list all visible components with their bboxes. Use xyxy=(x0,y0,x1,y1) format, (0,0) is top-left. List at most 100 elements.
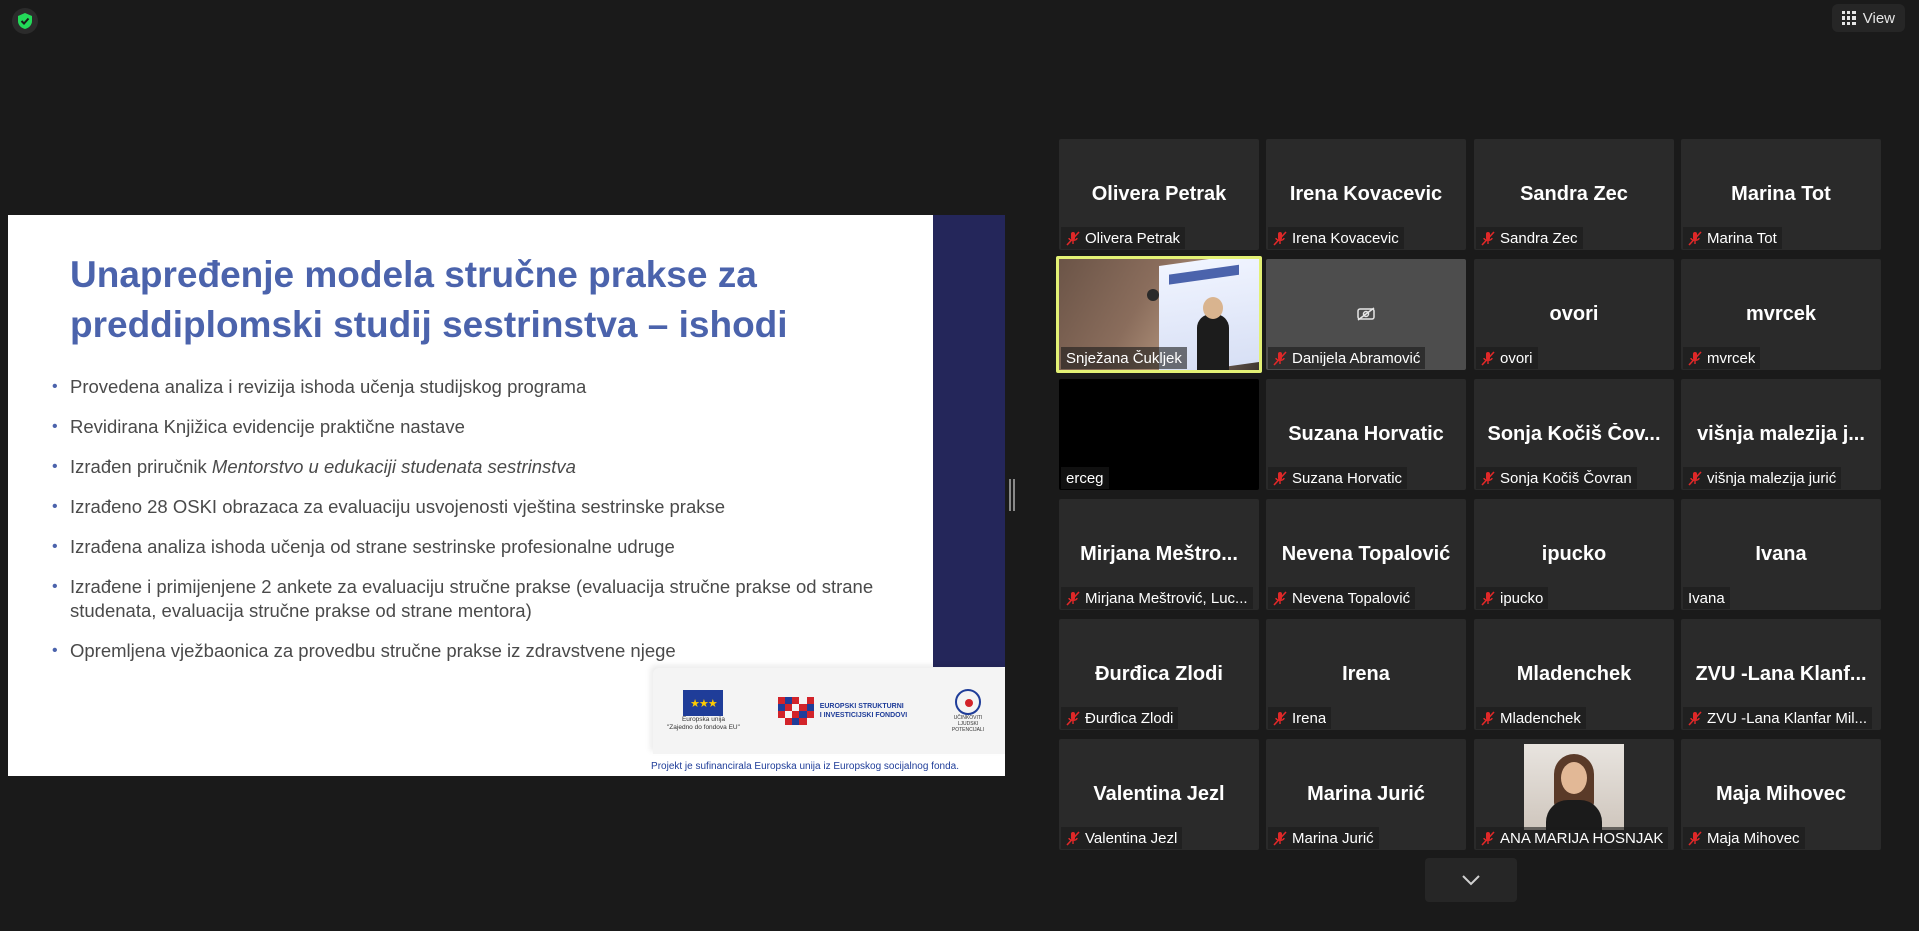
participant-tile[interactable]: Marina Jurić Marina Jurić xyxy=(1266,739,1466,850)
croatian-checker-icon xyxy=(777,697,814,725)
muted-mic-icon xyxy=(1273,350,1287,366)
view-button-label: View xyxy=(1862,9,1895,27)
participant-name-text: Ivana xyxy=(1688,589,1725,607)
muted-mic-icon xyxy=(1688,830,1702,846)
slide-footer-note: Projekt je sufinancirala Europska unija … xyxy=(651,761,959,772)
participant-name-label: Marina Tot xyxy=(1683,227,1782,249)
participant-name-text: ovori xyxy=(1500,349,1533,367)
muted-mic-icon xyxy=(1066,590,1080,606)
muted-mic-icon xyxy=(1481,230,1495,246)
slide-bullet: Revidirana Knjižica evidencije praktične… xyxy=(52,415,902,439)
participant-display-name: Suzana Horvatic xyxy=(1288,423,1444,445)
participant-name-text: Suzana Horvatic xyxy=(1292,469,1403,487)
participant-name-label: Valentina Jezl xyxy=(1061,827,1183,849)
participant-name-text: Maja Mihovec xyxy=(1707,829,1800,847)
participant-name-label: Marina Jurić xyxy=(1268,827,1379,849)
muted-mic-icon xyxy=(1273,230,1287,246)
participant-name-label: Mladenchek xyxy=(1476,707,1586,729)
participant-tile[interactable]: Irena Kovacevic Irena Kovacevic xyxy=(1266,139,1466,250)
participant-display-name: Ivana xyxy=(1755,543,1807,565)
participant-display-name: Valentina Jezl xyxy=(1093,783,1225,805)
participant-tile[interactable]: Mladenchek Mladenchek xyxy=(1474,619,1674,730)
muted-mic-icon xyxy=(1688,470,1702,486)
participant-tile[interactable]: Valentina Jezl Valentina Jezl xyxy=(1059,739,1259,850)
chevron-down-icon xyxy=(1462,875,1480,886)
participant-name-label: ipucko xyxy=(1476,587,1549,609)
participant-name-label: erceg xyxy=(1061,467,1109,489)
participant-tile[interactable]: Ivana Ivana xyxy=(1681,499,1881,610)
participant-name-label: Sonja Kočiš Čovran xyxy=(1476,467,1637,489)
participant-name-label: ZVU -Lana Klanfar Mil... xyxy=(1683,707,1873,729)
muted-mic-icon xyxy=(1066,230,1080,246)
participant-name-label: Nevena Topalović xyxy=(1268,587,1416,609)
next-page-button[interactable] xyxy=(1425,858,1517,902)
participant-name-text: Danijela Abramović xyxy=(1292,349,1421,367)
participant-display-name: ZVU -Lana Klanf... xyxy=(1695,663,1867,685)
participant-tile[interactable]: višnja malezija j... višnja malezija juri… xyxy=(1681,379,1881,490)
participant-display-name: Maja Mihovec xyxy=(1715,783,1847,805)
participant-name-label: Ivana xyxy=(1683,587,1730,609)
participant-name-label: ANA MARIJA HOSNJAK xyxy=(1476,827,1669,849)
muted-mic-icon xyxy=(1481,710,1495,726)
esf-text: EUROPSKI STRUKTURNI I INVESTICIJSKI FOND… xyxy=(820,702,908,720)
funding-logo-strip: ★★★ Europska unija "Zajedno do fondova E… xyxy=(653,668,1005,754)
muted-mic-icon xyxy=(1688,230,1702,246)
participant-tile[interactable]: mvrcek mvrcek xyxy=(1681,259,1881,370)
participant-tile[interactable]: Danijela Abramović xyxy=(1266,259,1466,370)
participant-tile[interactable]: Sandra Zec Sandra Zec xyxy=(1474,139,1674,250)
participant-tile[interactable]: erceg xyxy=(1059,379,1259,490)
muted-mic-icon xyxy=(1066,710,1080,726)
participant-name-text: Mladenchek xyxy=(1500,709,1581,727)
participant-name-label: ovori xyxy=(1476,347,1538,369)
participant-tile[interactable]: Snježana Čukljek xyxy=(1056,256,1262,373)
participant-display-name: Marina Tot xyxy=(1731,183,1831,205)
split-view-resize-handle[interactable] xyxy=(1009,479,1015,511)
participant-name-label: Irena Kovacevic xyxy=(1268,227,1404,249)
participant-tile[interactable]: ZVU -Lana Klanf... ZVU -Lana Klanfar Mil.… xyxy=(1681,619,1881,730)
slide-bullet: Izrađeno 28 OSKI obrazaca za evaluaciju … xyxy=(52,495,902,519)
camera-off-icon xyxy=(1357,307,1375,321)
participant-tile[interactable]: Đurđica Zlodi Đurđica Zlodi xyxy=(1059,619,1259,730)
shield-check-icon xyxy=(18,13,32,29)
participant-display-name: Irena Kovacevic xyxy=(1289,183,1443,205)
participant-name-text: Olivera Petrak xyxy=(1085,229,1181,247)
encryption-shield-icon[interactable] xyxy=(12,8,38,34)
slide-bullet: Izrađen priručnik Mentorstvo u edukaciji… xyxy=(52,455,902,479)
participant-display-name: Sandra Zec xyxy=(1520,183,1628,205)
muted-mic-icon xyxy=(1481,350,1495,366)
participant-display-name: Mirjana Meštro... xyxy=(1080,543,1238,565)
participant-tile[interactable]: Nevena Topalović Nevena Topalović xyxy=(1266,499,1466,610)
participant-name-text: erceg xyxy=(1066,469,1104,487)
participant-tile[interactable]: ovori ovori xyxy=(1474,259,1674,370)
participant-tile[interactable]: Irena Irena xyxy=(1266,619,1466,730)
participant-tile[interactable]: Maja Mihovec Maja Mihovec xyxy=(1681,739,1881,850)
participant-display-name: Sonja Kočiš Čov... xyxy=(1487,423,1661,445)
participant-name-text: ipucko xyxy=(1500,589,1544,607)
eu-caption: Europska unija "Zajedno do fondova EU" xyxy=(667,716,740,731)
muted-mic-icon xyxy=(1273,470,1287,486)
participant-tile[interactable]: ANA MARIJA HOSNJAK xyxy=(1474,739,1674,850)
muted-mic-icon xyxy=(1481,470,1495,486)
view-button[interactable]: View xyxy=(1831,4,1905,32)
participant-name-label: Sandra Zec xyxy=(1476,227,1583,249)
muted-mic-icon xyxy=(1273,830,1287,846)
participant-tile[interactable]: Suzana Horvatic Suzana Horvatic xyxy=(1266,379,1466,490)
flower-logo-icon xyxy=(955,689,981,715)
participant-name-text: Nevena Topalović xyxy=(1292,589,1411,607)
muted-mic-icon xyxy=(1273,590,1287,606)
muted-mic-icon xyxy=(1481,590,1495,606)
participant-display-name: ipucko xyxy=(1541,543,1607,565)
participant-display-name: Đurđica Zlodi xyxy=(1095,663,1223,685)
shared-screen-slide: Unapređenje modela stručne prakse za pre… xyxy=(8,215,1005,776)
slide-bullet: Izrađene i primijenjene 2 ankete za eval… xyxy=(52,575,902,623)
participant-tile[interactable]: Olivera Petrak Olivera Petrak xyxy=(1059,139,1259,250)
participant-name-label: Maja Mihovec xyxy=(1683,827,1805,849)
esf-line-1: EUROPSKI STRUKTURNI xyxy=(819,703,904,710)
participant-tile[interactable]: Marina Tot Marina Tot xyxy=(1681,139,1881,250)
participant-tile[interactable]: Sonja Kočiš Čov... Sonja Kočiš Čovran xyxy=(1474,379,1674,490)
participant-display-name: ovori xyxy=(1549,303,1599,325)
participant-name-text: Irena Kovacevic xyxy=(1292,229,1399,247)
participant-avatar-photo xyxy=(1524,744,1624,830)
participant-tile[interactable]: ipucko ipucko xyxy=(1474,499,1674,610)
participant-tile[interactable]: Mirjana Meštro... Mirjana Meštrović, Luc.… xyxy=(1059,499,1259,610)
